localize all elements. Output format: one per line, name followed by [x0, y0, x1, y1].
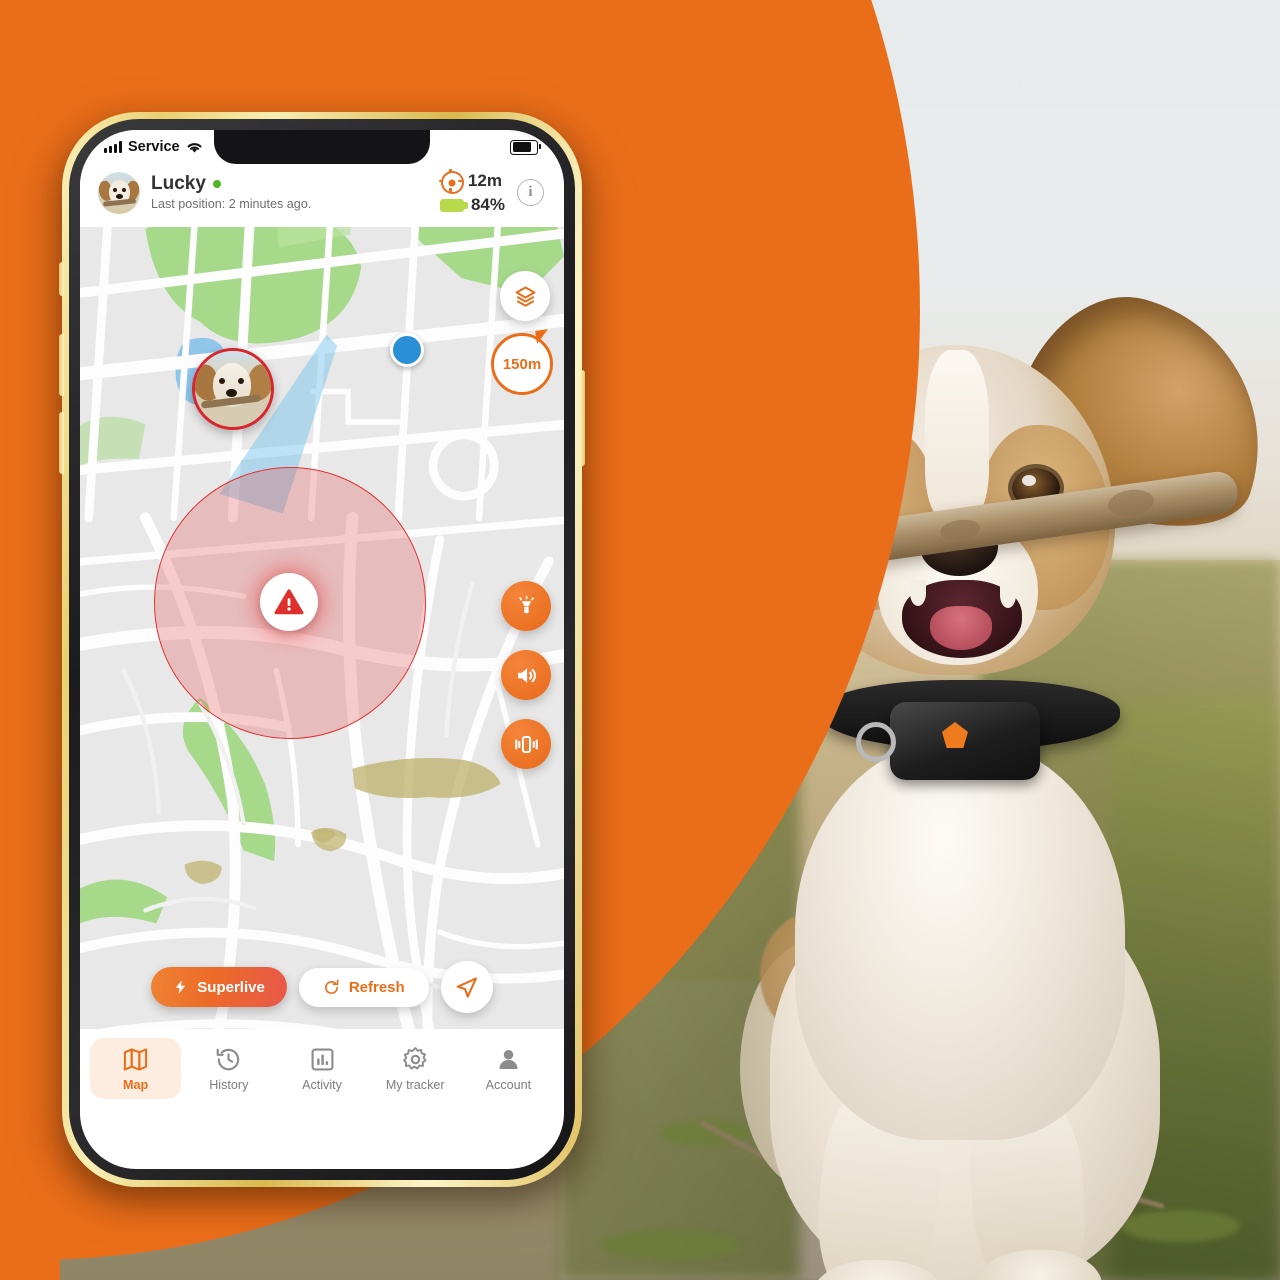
map-view[interactable]: 150m Superlive Refresh — [80, 227, 564, 1029]
phone-mockup: Service Lucky Last position: 2 minutes a… — [52, 112, 592, 1202]
superlive-label: Superlive — [197, 978, 265, 996]
tab-my-tracker[interactable]: My tracker — [370, 1038, 461, 1099]
bottom-tab-bar: Map History Activity My tracker Account — [80, 1029, 564, 1115]
bar-chart-icon — [311, 1048, 333, 1071]
accuracy-row: 12m — [438, 169, 505, 194]
alert-marker[interactable] — [260, 573, 318, 631]
radius-label: 150m — [502, 355, 542, 373]
status-badge — [212, 179, 221, 188]
flashlight-icon — [518, 595, 534, 613]
vibration-icon — [514, 735, 538, 753]
tab-history-label: History — [209, 1078, 249, 1092]
map-icon — [124, 1048, 148, 1071]
gear-icon — [402, 1047, 427, 1070]
orange-left-fill — [0, 0, 60, 1280]
tab-map-label: Map — [123, 1078, 149, 1092]
pet-header: Lucky Last position: 2 minutes ago. 12m … — [80, 164, 564, 227]
volume-down-button[interactable] — [59, 412, 64, 474]
collar-ring — [856, 722, 896, 762]
gps-target-icon — [438, 169, 464, 194]
poster-canvas: Service Lucky Last position: 2 minutes a… — [0, 0, 1280, 1280]
tab-history[interactable]: History — [183, 1038, 274, 1099]
carrier-label: Service — [128, 139, 180, 155]
power-button[interactable] — [580, 370, 585, 466]
superlive-button[interactable]: Superlive — [151, 967, 287, 1007]
battery-row: 84% — [439, 195, 505, 215]
refresh-button[interactable]: Refresh — [298, 967, 429, 1007]
layers-icon — [515, 286, 535, 307]
map-action-row: Superlive Refresh — [80, 961, 564, 1013]
battery-value: 84% — [470, 195, 505, 214]
warning-triangle-icon — [274, 589, 304, 615]
last-position-label: Last position: 2 minutes ago. — [151, 197, 312, 212]
accuracy-value: 12m — [467, 170, 502, 190]
phone-notch — [214, 130, 430, 164]
avatar[interactable] — [98, 171, 140, 214]
tracker-stats: 12m 84% — [438, 169, 505, 215]
navigation-arrow-icon — [456, 977, 478, 998]
pet-name-label: Lucky — [151, 172, 206, 194]
orange-top-fill — [0, 0, 830, 40]
refresh-icon — [324, 978, 339, 994]
page-title: Lucky — [151, 172, 440, 195]
user-location-dot — [390, 333, 424, 367]
refresh-label: Refresh — [348, 978, 405, 996]
lightning-bolt-icon — [176, 980, 186, 994]
tracker-battery-icon — [439, 198, 468, 212]
light-action-button[interactable] — [501, 581, 551, 631]
tab-map[interactable]: Map — [90, 1038, 182, 1099]
sound-action-button[interactable] — [501, 650, 551, 700]
signal-bars-icon — [104, 141, 122, 153]
vibration-action-button[interactable] — [501, 719, 551, 769]
wifi-icon — [187, 142, 202, 153]
battery-icon — [510, 139, 542, 155]
person-icon — [499, 1050, 518, 1069]
speaker-icon — [517, 667, 536, 683]
phone-screen: Service Lucky Last position: 2 minutes a… — [80, 130, 564, 1169]
info-button[interactable]: i — [517, 179, 544, 206]
tab-my-tracker-label: My tracker — [385, 1078, 445, 1092]
locate-button[interactable] — [440, 961, 493, 1013]
radius-badge[interactable]: 150m — [491, 333, 553, 395]
volume-up-button[interactable] — [59, 334, 64, 396]
tab-account[interactable]: Account — [463, 1038, 554, 1099]
pet-location-marker[interactable] — [192, 348, 274, 430]
mute-switch[interactable] — [59, 262, 64, 296]
tab-activity[interactable]: Activity — [276, 1038, 367, 1099]
history-clock-icon — [216, 1048, 240, 1071]
map-layers-button[interactable] — [500, 271, 550, 321]
tab-activity-label: Activity — [302, 1078, 342, 1092]
tab-account-label: Account — [485, 1078, 532, 1092]
